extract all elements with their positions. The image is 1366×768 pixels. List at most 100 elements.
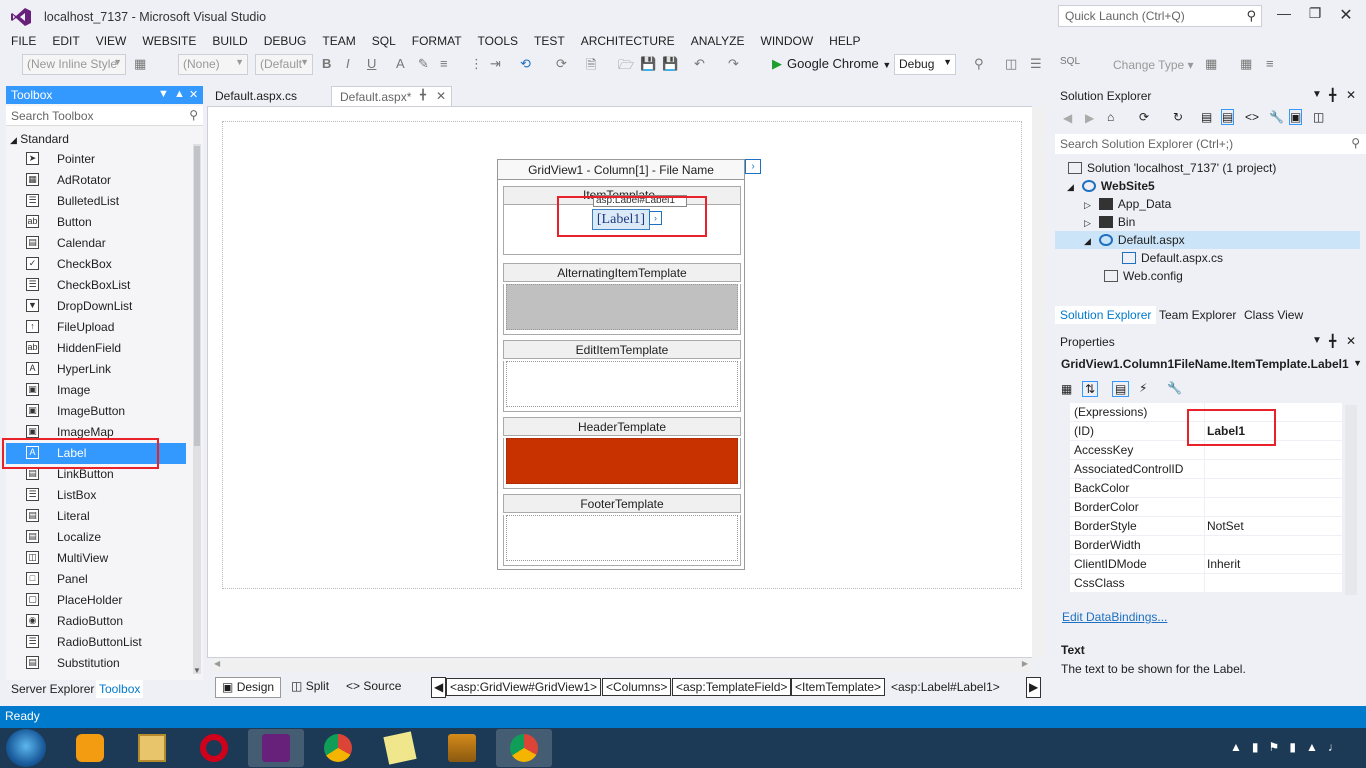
list-icon[interactable]: ⋮ bbox=[470, 56, 483, 72]
split-view-button[interactable]: ◫ Split bbox=[285, 677, 335, 698]
table-icon[interactable]: ▦ bbox=[1205, 56, 1217, 72]
refresh-icon[interactable]: ↻ bbox=[1173, 110, 1183, 124]
categorized-icon[interactable]: ▦ bbox=[1061, 382, 1072, 396]
tray-signal-icon[interactable]: ▲ bbox=[1306, 740, 1318, 754]
forward-icon[interactable]: ⟳ bbox=[556, 56, 567, 72]
toolbox-item-imagebutton[interactable]: ▣ ImageButton bbox=[6, 401, 186, 422]
menu-debug[interactable]: DEBUG bbox=[256, 32, 315, 50]
align-icon[interactable]: ≡ bbox=[440, 56, 448, 71]
find-icon[interactable]: ⚲ bbox=[974, 56, 984, 72]
toolbox-item-radiobutton[interactable]: ◉ RadioButton bbox=[6, 611, 186, 632]
property-row[interactable]: BorderColor bbox=[1070, 498, 1342, 517]
view-code-icon[interactable]: <> bbox=[1245, 110, 1259, 124]
toolbox-item-hiddenfield[interactable]: ab HiddenField bbox=[6, 338, 186, 359]
toolbox-item-localize[interactable]: ▤ Localize bbox=[6, 527, 186, 548]
restore-button[interactable]: ❐ bbox=[1299, 5, 1331, 22]
preview-icon[interactable]: ▣ bbox=[1289, 109, 1303, 125]
property-value[interactable]: NotSet bbox=[1204, 517, 1244, 536]
comment-icon[interactable]: ☰ bbox=[1030, 56, 1042, 72]
toolbox-item-checkbox[interactable]: ✓ CheckBox bbox=[6, 254, 186, 275]
property-value[interactable] bbox=[1204, 460, 1207, 479]
properties-object-selector[interactable]: GridView1.Column1FileName.ItemTemplate.L… bbox=[1055, 354, 1366, 376]
designer-horizontal-scrollbar[interactable]: ◀ ▶ bbox=[212, 658, 1032, 672]
open-icon[interactable]: 🗁 bbox=[618, 56, 634, 78]
close-icon[interactable]: ✕ bbox=[189, 88, 198, 101]
breadcrumb-itemtemplate[interactable]: <ItemTemplate> bbox=[791, 678, 886, 696]
source-view-button[interactable]: <> Source bbox=[340, 677, 407, 698]
highlight-icon[interactable]: ✎ bbox=[418, 56, 429, 72]
grid-icon[interactable]: ▦ bbox=[1240, 56, 1252, 72]
menu-window[interactable]: WINDOW bbox=[753, 32, 822, 50]
properties-wrench-icon[interactable]: 🔧 bbox=[1269, 110, 1284, 124]
style-combo[interactable]: (New Inline Style ▼ bbox=[22, 54, 126, 75]
bold-icon[interactable]: B bbox=[322, 56, 331, 71]
menu-file[interactable]: FILE bbox=[0, 32, 44, 50]
redo-icon[interactable]: ↷ bbox=[728, 56, 739, 72]
toolbox-item-hyperlink[interactable]: A HyperLink bbox=[6, 359, 186, 380]
alphabetical-icon[interactable]: ⇅ bbox=[1082, 381, 1099, 397]
scroll-left-icon[interactable]: ◀ bbox=[214, 659, 220, 668]
close-button[interactable]: ✕ bbox=[1330, 5, 1362, 25]
server-icon[interactable]: ◫ bbox=[1005, 56, 1017, 72]
breadcrumb-right-button[interactable]: ▶ bbox=[1026, 677, 1042, 698]
scroll-down-icon[interactable]: ▼ bbox=[193, 666, 201, 675]
toolbox-group-standard[interactable]: ◢ Standard bbox=[10, 132, 69, 146]
tab-toolbox[interactable]: Toolbox bbox=[96, 680, 144, 698]
tree-node-web-config[interactable]: Web.config bbox=[1104, 267, 1183, 285]
menu-website[interactable]: WEBSITE bbox=[134, 32, 204, 50]
property-value[interactable] bbox=[1204, 574, 1207, 593]
property-value[interactable]: Inherit bbox=[1204, 555, 1240, 574]
start-button[interactable] bbox=[6, 729, 46, 767]
undo-icon[interactable]: ↶ bbox=[694, 56, 705, 72]
toolbox-item-dropdownlist[interactable]: ▼ DropDownList bbox=[6, 296, 186, 317]
close-icon[interactable]: ✕ bbox=[1346, 334, 1356, 348]
dropdown-icon[interactable]: ▼ bbox=[158, 88, 169, 100]
toolbox-item-image[interactable]: ▣ Image bbox=[6, 380, 186, 401]
tree-node-default-aspx[interactable]: ◢ Default.aspx bbox=[1084, 231, 1185, 249]
taskbar-sticky-notes[interactable] bbox=[372, 729, 428, 767]
tree-node-bin[interactable]: ▷ Bin bbox=[1084, 213, 1135, 231]
edit-item-template[interactable]: EditItemTemplate bbox=[503, 340, 741, 412]
taskbar-visual-studio[interactable] bbox=[248, 729, 304, 767]
toolbox-item-checkboxlist[interactable]: ☰ CheckBoxList bbox=[6, 275, 186, 296]
alternating-item-template[interactable]: AlternatingItemTemplate bbox=[503, 263, 741, 335]
toolbox-item-fileupload[interactable]: ↑ FileUpload bbox=[6, 317, 186, 338]
tray-overflow-icon[interactable]: ▲ bbox=[1230, 740, 1242, 754]
designer-vertical-scrollbar[interactable] bbox=[1032, 106, 1046, 658]
tab-class-view[interactable]: Class View bbox=[1244, 308, 1303, 322]
tray-flag-icon[interactable]: ⚑ bbox=[1269, 740, 1280, 754]
edit-databindings-link[interactable]: Edit DataBindings... bbox=[1062, 610, 1167, 624]
menu-analyze[interactable]: ANALYZE bbox=[683, 32, 753, 50]
breadcrumb-templatefield[interactable]: <asp:TemplateField> bbox=[672, 678, 792, 696]
toolbox-scroll-thumb[interactable] bbox=[194, 146, 200, 446]
close-icon[interactable]: ✕ bbox=[436, 89, 446, 103]
menu-format[interactable]: FORMAT bbox=[404, 32, 470, 50]
toolbox-item-pointer[interactable]: ➤ Pointer bbox=[6, 149, 186, 170]
toolbox-item-button[interactable]: ab Button bbox=[6, 212, 186, 233]
dropdown-icon[interactable]: ▼ bbox=[1312, 335, 1322, 346]
taskbar-chrome[interactable] bbox=[310, 729, 366, 767]
configuration-combo[interactable]: Debug ▼ bbox=[894, 54, 956, 75]
tree-node-default-aspx-cs[interactable]: Default.aspx.cs bbox=[1122, 249, 1223, 267]
collapse-all-icon[interactable]: ▤ bbox=[1201, 110, 1212, 124]
tab-default-aspx[interactable]: Default.aspx* ╋ ✕ bbox=[331, 86, 453, 106]
property-row[interactable]: CssClass bbox=[1070, 574, 1342, 593]
underline-icon[interactable]: U bbox=[367, 56, 376, 71]
events-icon[interactable]: ⚡ bbox=[1139, 381, 1147, 395]
property-pages-icon[interactable]: 🔧 bbox=[1167, 381, 1182, 395]
forward-icon[interactable]: ▶ bbox=[1085, 111, 1094, 125]
tab-server-explorer[interactable]: Server Explorer bbox=[11, 682, 94, 696]
breadcrumb-label[interactable]: <asp:Label#Label1> bbox=[887, 678, 1004, 696]
property-row[interactable]: ClientIDMode Inherit bbox=[1070, 555, 1342, 574]
save-icon[interactable]: 💾 bbox=[640, 56, 656, 72]
quick-launch-input[interactable]: Quick Launch (Ctrl+Q) ⚲ bbox=[1058, 5, 1262, 27]
home-icon[interactable]: ⌂ bbox=[1107, 110, 1114, 124]
property-row[interactable]: AssociatedControlID bbox=[1070, 460, 1342, 479]
smart-tag-icon[interactable]: › bbox=[745, 159, 761, 174]
new-item-icon[interactable]: 🗎 bbox=[586, 56, 596, 78]
property-value[interactable] bbox=[1204, 498, 1207, 517]
menu-architecture[interactable]: ARCHITECTURE bbox=[573, 32, 683, 50]
menu-help[interactable]: HELP bbox=[821, 32, 868, 50]
toolbox-item-substitution[interactable]: ▤ Substitution bbox=[6, 653, 186, 674]
footer-template[interactable]: FooterTemplate bbox=[503, 494, 741, 566]
